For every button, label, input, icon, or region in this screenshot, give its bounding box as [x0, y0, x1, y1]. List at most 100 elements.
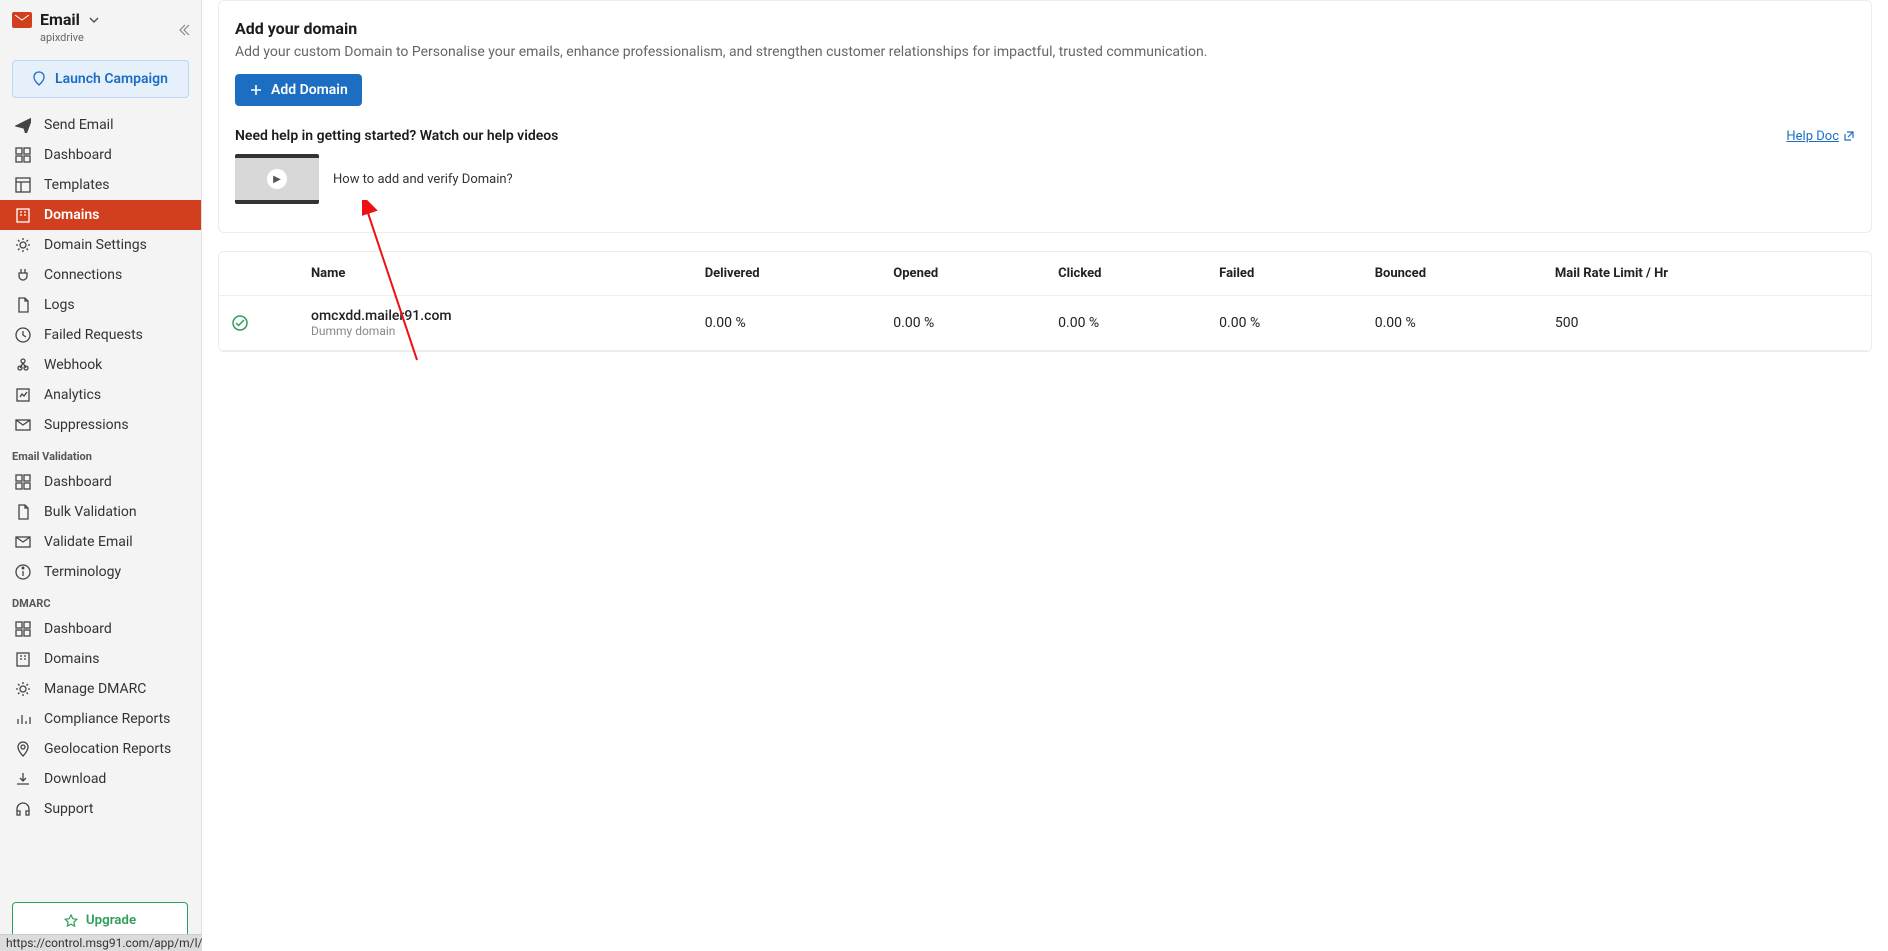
grid-icon — [14, 620, 32, 638]
sidebar-item-label: Bulk Validation — [44, 504, 137, 520]
sidebar-item-support[interactable]: Support — [0, 794, 201, 824]
nav-section-dmarc: DMARC — [0, 587, 201, 614]
table-row[interactable]: omcxdd.mailer91.comDummy domain0.00 %0.0… — [219, 296, 1871, 351]
sidebar-item-label: Suppressions — [44, 417, 129, 433]
domains-table: NameDeliveredOpenedClickedFailedBouncedM… — [218, 251, 1872, 352]
sidebar-item-webhook[interactable]: Webhook — [0, 350, 201, 380]
sidebar-item-manage-dmarc[interactable]: Manage DMARC — [0, 674, 201, 704]
sidebar-item-templates[interactable]: Templates — [0, 170, 201, 200]
sidebar-item-label: Logs — [44, 297, 75, 313]
status-verified-icon — [219, 296, 299, 351]
sidebar-item-label: Support — [44, 801, 93, 817]
file-icon — [14, 296, 32, 314]
sidebar-item-bulk-validation[interactable]: Bulk Validation — [0, 497, 201, 527]
sidebar-item-domain-settings[interactable]: Domain Settings — [0, 230, 201, 260]
add-domain-label: Add Domain — [271, 82, 348, 98]
sidebar-item-label: Failed Requests — [44, 327, 143, 343]
table-col-failed: Failed — [1207, 252, 1363, 296]
sidebar-item-connections[interactable]: Connections — [0, 260, 201, 290]
sidebar-item-label: Domains — [44, 651, 99, 667]
sidebar-item-send-email[interactable]: Send Email — [0, 110, 201, 140]
sidebar-item-label: Connections — [44, 267, 122, 283]
sidebar-item-geolocation-reports[interactable]: Geolocation Reports — [0, 734, 201, 764]
gear-icon — [14, 680, 32, 698]
grid-icon — [14, 473, 32, 491]
plug-icon — [14, 266, 32, 284]
table-col-mail-rate-limit-hr: Mail Rate Limit / Hr — [1543, 252, 1871, 296]
rocket-icon — [31, 71, 47, 87]
sidebar-header: Email — [0, 0, 201, 33]
launch-campaign-button[interactable]: Launch Campaign — [12, 60, 189, 98]
sidebar-item-suppressions[interactable]: Suppressions — [0, 410, 201, 440]
pin-icon — [14, 740, 32, 758]
upgrade-label: Upgrade — [86, 913, 136, 928]
sidebar-item-label: Validate Email — [44, 534, 133, 550]
sidebar-item-download[interactable]: Download — [0, 764, 201, 794]
org-name: apixdrive — [0, 31, 201, 44]
chart-icon — [14, 386, 32, 404]
cell-delivered: 0.00 % — [693, 296, 882, 351]
file-icon — [14, 503, 32, 521]
sidebar-item-compliance-reports[interactable]: Compliance Reports — [0, 704, 201, 734]
help-doc-label: Help Doc — [1786, 129, 1839, 144]
sidebar-item-label: Dashboard — [44, 147, 112, 163]
sidebar-item-label: Domains — [44, 207, 99, 223]
collapse-sidebar-icon[interactable] — [175, 22, 191, 38]
sidebar-item-label: Terminology — [44, 564, 121, 580]
sidebar-item-label: Dashboard — [44, 474, 112, 490]
gear-icon — [14, 236, 32, 254]
domain-panel: Add your domain Add your custom Domain t… — [218, 0, 1872, 233]
sidebar-item-terminology[interactable]: Terminology — [0, 557, 201, 587]
page-description: Add your custom Domain to Personalise yo… — [235, 44, 1855, 60]
main-content: Add your domain Add your custom Domain t… — [202, 0, 1888, 951]
sidebar-item-label: Dashboard — [44, 621, 112, 637]
sidebar-item-dashboard[interactable]: Dashboard — [0, 614, 201, 644]
send-icon — [14, 116, 32, 134]
building-icon — [14, 650, 32, 668]
cell-clicked: 0.00 % — [1046, 296, 1207, 351]
chevron-down-icon[interactable] — [88, 14, 100, 26]
help-video-thumbnail[interactable]: ▶ — [235, 154, 319, 204]
cell-failed: 0.00 % — [1207, 296, 1363, 351]
table-col-clicked: Clicked — [1046, 252, 1207, 296]
play-icon: ▶ — [267, 169, 287, 189]
sidebar-item-domains[interactable]: Domains — [0, 200, 201, 230]
sidebar-item-label: Send Email — [44, 117, 114, 133]
mail-icon — [14, 533, 32, 551]
sidebar-item-label: Download — [44, 771, 106, 787]
launch-campaign-label: Launch Campaign — [55, 71, 168, 87]
sidebar-item-label: Webhook — [44, 357, 102, 373]
domain-name: omcxdd.mailer91.com — [311, 308, 681, 324]
sidebar-item-dashboard[interactable]: Dashboard — [0, 140, 201, 170]
bars-icon — [14, 710, 32, 728]
help-prompt: Need help in getting started? Watch our … — [235, 128, 558, 144]
sidebar-item-logs[interactable]: Logs — [0, 290, 201, 320]
plus-icon — [249, 83, 263, 97]
clock-icon — [14, 326, 32, 344]
page-title: Add your domain — [235, 19, 1855, 38]
download-icon — [14, 770, 32, 788]
sidebar-item-failed-requests[interactable]: Failed Requests — [0, 320, 201, 350]
external-link-icon — [1843, 130, 1855, 142]
sidebar-item-analytics[interactable]: Analytics — [0, 380, 201, 410]
sidebar-item-domains[interactable]: Domains — [0, 644, 201, 674]
sidebar: Email apixdrive Launch Campaign Send Ema… — [0, 0, 202, 951]
sidebar-item-label: Templates — [44, 177, 110, 193]
table-col-status — [219, 252, 299, 296]
help-video-title: How to add and verify Domain? — [333, 172, 513, 187]
nav-main-list: Send Email Dashboard Templates Domains Domai… — [0, 110, 201, 440]
info-icon — [14, 563, 32, 581]
sidebar-item-validate-email[interactable]: Validate Email — [0, 527, 201, 557]
mail-x-icon — [14, 416, 32, 434]
cell-bounced: 0.00 % — [1363, 296, 1543, 351]
layout-icon — [14, 176, 32, 194]
sidebar-item-label: Domain Settings — [44, 237, 147, 253]
grid-icon — [14, 146, 32, 164]
sidebar-item-dashboard[interactable]: Dashboard — [0, 467, 201, 497]
star-icon — [64, 914, 78, 928]
help-doc-link[interactable]: Help Doc — [1786, 129, 1855, 144]
table-col-name: Name — [299, 252, 693, 296]
add-domain-button[interactable]: Add Domain — [235, 74, 362, 106]
building-icon — [14, 206, 32, 224]
domain-name-cell: omcxdd.mailer91.comDummy domain — [299, 296, 693, 351]
